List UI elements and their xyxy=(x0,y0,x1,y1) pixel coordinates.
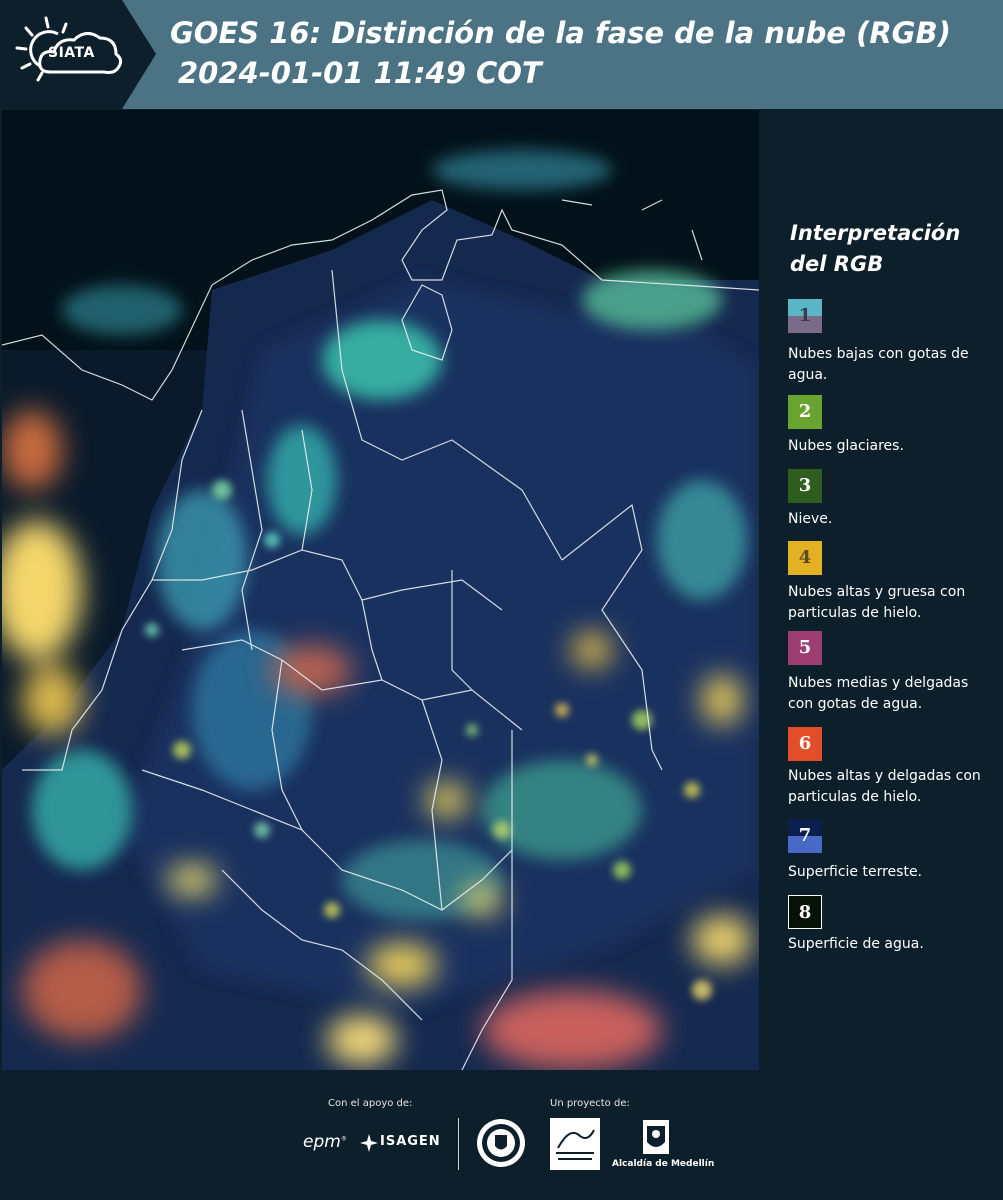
legend-title-line1: Interpretación xyxy=(790,221,961,245)
legend-number-8: 8 xyxy=(798,902,812,923)
legend-number-1: 1 xyxy=(798,305,812,326)
government-seal-icon[interactable] xyxy=(476,1118,526,1168)
legend-swatch-5: 5 xyxy=(788,631,822,665)
legend-swatch-1: 1 xyxy=(788,299,822,333)
project-caption: Un proyecto de: xyxy=(550,1098,630,1109)
alcaldia-label: Alcaldía de Medellín xyxy=(612,1159,715,1169)
page-title: GOES 16: Distinción de la fase de la nub… xyxy=(170,16,951,50)
legend-label-7: Superficie terreste. xyxy=(788,864,923,880)
isagen-logo[interactable]: ISAGEN xyxy=(380,1134,441,1149)
satellite-map[interactable] xyxy=(2,110,759,1070)
legend-label-3: Nieve. xyxy=(788,511,833,527)
support-caption: Con el apoyo de: xyxy=(328,1098,413,1109)
legend-swatch-2: 2 xyxy=(788,395,822,429)
legend-swatch-4: 4 xyxy=(788,541,822,575)
legend-label-2: Nubes glaciares. xyxy=(788,438,904,454)
epm-logo-text: epm xyxy=(303,1132,341,1152)
legend-number-4: 4 xyxy=(798,547,812,568)
isagen-logo-text: ISAGEN xyxy=(380,1134,441,1149)
legend-swatch-3: 3 xyxy=(788,469,822,503)
siata-logo[interactable]: SIATA xyxy=(0,0,156,109)
isagen-star-icon xyxy=(360,1134,378,1152)
legend-number-3: 3 xyxy=(798,475,812,496)
legend-number-2: 2 xyxy=(798,401,812,422)
legend-label-6: Nubes altas y delgadas con particulas de… xyxy=(788,768,981,805)
legend-swatch-8: 8 xyxy=(788,895,822,929)
legend-number-7: 7 xyxy=(798,825,812,846)
epm-logo[interactable]: epm® xyxy=(303,1132,347,1152)
legend-swatch-6: 6 xyxy=(788,727,822,761)
medellin-coat-of-arms-icon[interactable] xyxy=(641,1118,671,1158)
legend-label-8: Superficie de agua. xyxy=(788,936,924,952)
legend-title-line2: del RGB xyxy=(790,252,884,276)
legend-label-1: Nubes bajas con gotas de agua. xyxy=(788,346,969,383)
page-timestamp: 2024-01-01 11:49 COT xyxy=(178,56,542,90)
legend-label-5: Nubes medias y delgadas con gotas de agu… xyxy=(788,675,969,712)
legend-title: Interpretación del RGB xyxy=(790,218,990,280)
header-bar: SIATA GOES 16: Distinción de la fase de … xyxy=(0,0,1003,109)
legend-number-6: 6 xyxy=(798,733,812,754)
legend-swatch-7: 7 xyxy=(788,819,822,853)
area-metropolitana-logo-icon[interactable] xyxy=(550,1118,600,1170)
legend-number-5: 5 xyxy=(798,637,812,658)
logo-text: SIATA xyxy=(48,45,95,61)
legend-label-4: Nubes altas y gruesa con particulas de h… xyxy=(788,584,966,621)
footer-divider xyxy=(458,1118,459,1170)
satellite-map-image xyxy=(2,110,759,1070)
footer: Con el apoyo de: Un proyecto de: epm® IS… xyxy=(0,1070,1003,1200)
